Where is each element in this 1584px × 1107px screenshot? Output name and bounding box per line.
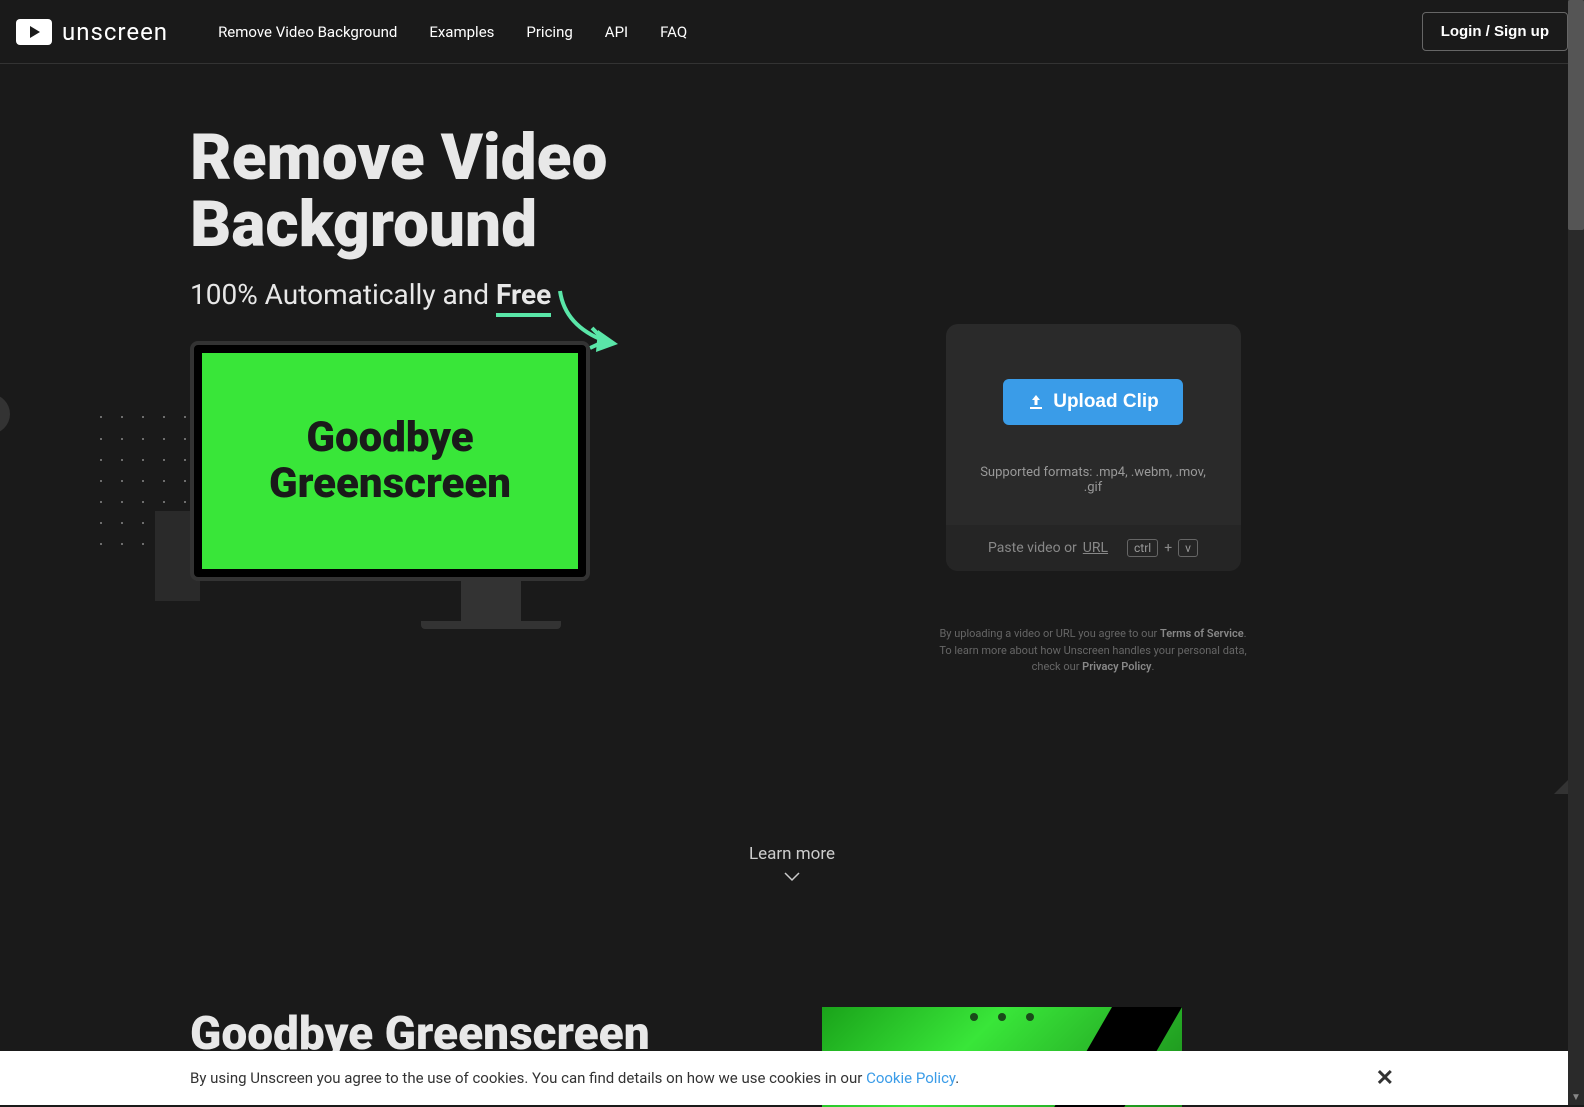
cookie-policy-link[interactable]: Cookie Policy <box>866 1069 955 1087</box>
scrollbar-arrow-down-icon[interactable]: ▼ <box>1568 1089 1584 1105</box>
learn-more[interactable]: Learn more <box>0 844 1584 887</box>
terms-of-service-link[interactable]: Terms of Service <box>1160 627 1244 640</box>
hero-right: Upload Clip Supported formats: .mp4, .we… <box>792 124 1394 764</box>
supported-formats: Supported formats: .mp4, .webm, .mov, .g… <box>976 465 1211 495</box>
upload-card: Upload Clip Supported formats: .mp4, .we… <box>946 324 1241 571</box>
logo[interactable]: unscreen <box>16 18 168 46</box>
hero-section: Remove Video Background 100% Automatical… <box>0 64 1584 764</box>
hero-title: Remove Video Background <box>190 124 792 258</box>
green-dots <box>970 1013 1034 1021</box>
hero-subtitle-free: Free <box>496 278 551 317</box>
upload-btn-label: Upload Clip <box>1053 391 1159 413</box>
nav-api[interactable]: API <box>605 23 628 41</box>
hero-left: Remove Video Background 100% Automatical… <box>190 124 792 764</box>
kbd-plus: + <box>1164 540 1172 556</box>
logo-icon <box>16 19 52 45</box>
monitor-illustration: Goodbye Greenscreen <box>190 341 792 629</box>
scrollbar-thumb[interactable] <box>1568 0 1584 230</box>
header: unscreen Remove Video Background Example… <box>0 0 1584 64</box>
play-icon <box>30 26 40 38</box>
hero-title-line1: Remove Video <box>190 120 607 195</box>
nav-faq[interactable]: FAQ <box>660 23 687 41</box>
cookie-text-container: By using Unscreen you agree to the use o… <box>190 1069 959 1087</box>
hero-subtitle-prefix: 100% Automatically and <box>190 278 496 311</box>
privacy-policy-link[interactable]: Privacy Policy <box>1082 660 1151 673</box>
nav-examples[interactable]: Examples <box>429 23 494 41</box>
main-nav: Remove Video Background Examples Pricing… <box>218 23 1422 41</box>
paste-url-link[interactable]: URL <box>1083 540 1108 556</box>
cookie-close-button[interactable]: ✕ <box>1376 1065 1394 1091</box>
hero-subtitle: 100% Automatically and Free <box>190 278 792 311</box>
kbd-ctrl: ctrl <box>1127 539 1158 557</box>
upload-main: Upload Clip Supported formats: .mp4, .we… <box>946 324 1241 525</box>
upload-icon <box>1027 393 1045 411</box>
chevron-down-icon <box>784 872 800 882</box>
kbd-v: v <box>1178 539 1198 557</box>
decorative-semicircle <box>0 394 10 434</box>
scrollbar[interactable]: ▼ <box>1568 0 1584 1105</box>
monitor-screen: Goodbye Greenscreen <box>202 353 578 569</box>
monitor-text: Goodbye Greenscreen <box>269 415 511 507</box>
monitor: Goodbye Greenscreen <box>190 341 590 581</box>
paste-prefix: Paste video or <box>988 540 1077 556</box>
monitor-base <box>421 621 561 629</box>
logo-text: unscreen <box>62 18 168 46</box>
login-signup-button[interactable]: Login / Sign up <box>1422 12 1568 51</box>
nav-remove-bg[interactable]: Remove Video Background <box>218 23 397 41</box>
terms-text: By uploading a video or URL you agree to… <box>933 626 1253 676</box>
learn-more-label: Learn more <box>749 844 835 864</box>
monitor-stand <box>461 581 521 621</box>
upload-clip-button[interactable]: Upload Clip <box>1003 379 1183 425</box>
hero-title-line2: Background <box>190 187 537 262</box>
paste-bar: Paste video or URL ctrl + v <box>946 525 1241 571</box>
nav-pricing[interactable]: Pricing <box>526 23 572 41</box>
cookie-text: By using Unscreen you agree to the use o… <box>190 1069 866 1087</box>
cookie-banner: By using Unscreen you agree to the use o… <box>0 1051 1584 1105</box>
